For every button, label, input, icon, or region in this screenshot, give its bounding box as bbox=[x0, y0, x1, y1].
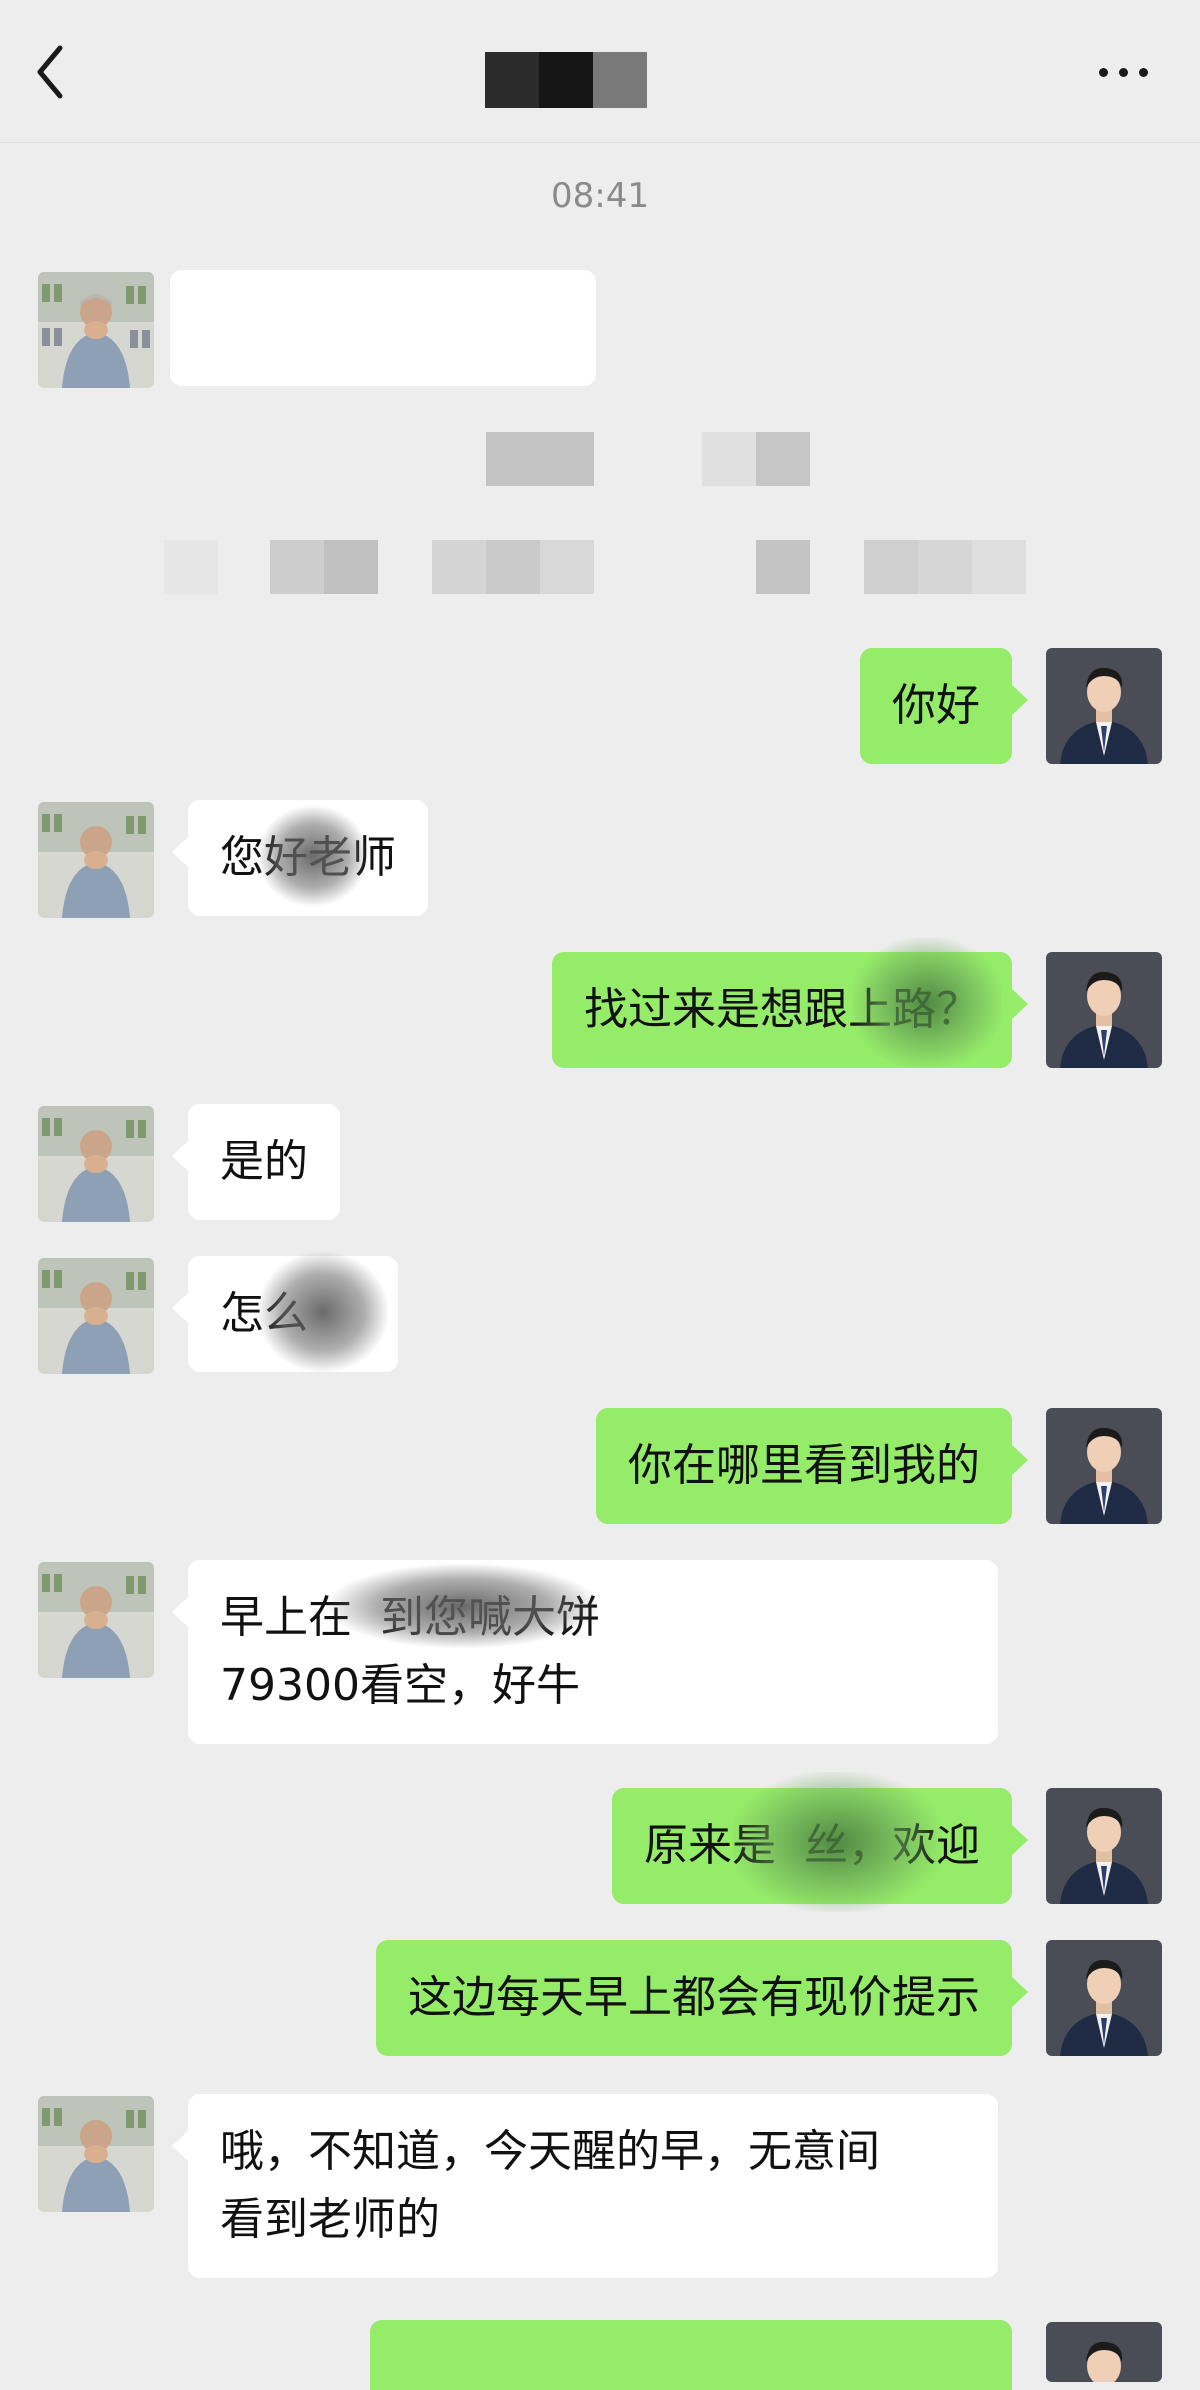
outgoing-message[interactable]: 你在哪里看到我的 bbox=[596, 1408, 1028, 1524]
outgoing-message[interactable]: 你好 bbox=[860, 648, 1028, 764]
my-avatar-photo bbox=[1046, 1408, 1162, 1524]
contact-avatar-photo bbox=[38, 1106, 154, 1222]
message-text-line: 看到老师的 bbox=[220, 2194, 440, 2245]
outgoing-message[interactable]: 这边每天早上都会有现价提示 bbox=[376, 1940, 1028, 2056]
message-text: 你在哪里看到我的 bbox=[628, 1440, 980, 1491]
contact-avatar-photo bbox=[38, 2096, 154, 2212]
back-button[interactable] bbox=[30, 38, 74, 106]
my-avatar[interactable] bbox=[1046, 2322, 1162, 2382]
my-avatar-photo bbox=[1046, 2322, 1162, 2382]
outgoing-message-partial[interactable] bbox=[370, 2320, 1012, 2390]
contact-avatar-photo bbox=[38, 1562, 154, 1678]
contact-avatar[interactable] bbox=[38, 1258, 154, 1374]
my-avatar[interactable] bbox=[1046, 648, 1162, 764]
contact-avatar[interactable] bbox=[38, 802, 154, 918]
message-text: 你好 bbox=[892, 680, 980, 731]
chat-header bbox=[0, 0, 1200, 143]
message-text-line: 79300看空，好牛 bbox=[220, 1660, 580, 1711]
redaction-smudge bbox=[258, 806, 368, 906]
outgoing-message[interactable]: 找过来是想跟上路？ bbox=[552, 938, 1028, 1068]
message-text: 是的 bbox=[220, 1136, 308, 1187]
my-avatar-photo bbox=[1046, 1788, 1162, 1904]
my-avatar[interactable] bbox=[1046, 1408, 1162, 1524]
more-options-button[interactable] bbox=[1099, 68, 1148, 77]
redaction-smudge bbox=[328, 1564, 598, 1648]
contact-avatar[interactable] bbox=[38, 1106, 154, 1222]
contact-avatar-photo bbox=[38, 1258, 154, 1374]
contact-avatar[interactable] bbox=[38, 2096, 154, 2212]
redaction-smudge bbox=[852, 938, 1002, 1068]
redacted-notice bbox=[486, 432, 594, 486]
chevron-left-icon bbox=[37, 45, 63, 99]
outgoing-message[interactable]: 原来是 丝，欢迎 bbox=[612, 1772, 1028, 1912]
my-avatar[interactable] bbox=[1046, 952, 1162, 1068]
redaction-smudge bbox=[732, 1772, 943, 1912]
contact-avatar[interactable] bbox=[38, 272, 154, 388]
message-text-line: 哦，不知道，今天醒的早，无意间 bbox=[220, 2126, 880, 2177]
incoming-message[interactable]: 怎么 bbox=[172, 1252, 398, 1372]
incoming-message[interactable]: 哦，不知道，今天醒的早，无意间 看到老师的 bbox=[172, 2094, 998, 2278]
contact-avatar-photo bbox=[38, 272, 154, 388]
my-avatar[interactable] bbox=[1046, 1940, 1162, 2056]
incoming-message[interactable]: 是的 bbox=[172, 1104, 340, 1220]
my-avatar[interactable] bbox=[1046, 1788, 1162, 1904]
my-avatar-photo bbox=[1046, 952, 1162, 1068]
incoming-message[interactable]: 您好老师 bbox=[172, 800, 428, 916]
redacted-message-bubble bbox=[170, 270, 596, 386]
my-avatar-photo bbox=[1046, 1940, 1162, 2056]
incoming-message[interactable]: 早上在 到您喊大饼 79300看空，好牛 bbox=[172, 1560, 998, 1744]
contact-avatar-photo bbox=[38, 802, 154, 918]
contact-avatar[interactable] bbox=[38, 1562, 154, 1678]
message-text: 这边每天早上都会有现价提示 bbox=[408, 1972, 980, 2023]
my-avatar-photo bbox=[1046, 648, 1162, 764]
message-timestamp: 08:41 bbox=[551, 176, 649, 216]
more-dots-icon bbox=[1099, 68, 1108, 77]
chat-title-redacted bbox=[485, 52, 649, 108]
redaction-smudge bbox=[258, 1252, 388, 1372]
